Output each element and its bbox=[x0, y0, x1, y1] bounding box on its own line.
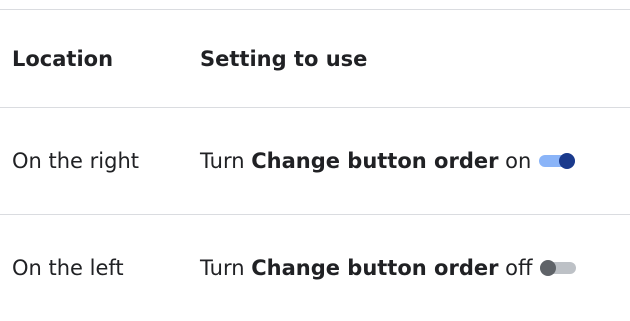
setting-state: off bbox=[505, 256, 533, 280]
table-row: On the left Turn Change button order off bbox=[0, 214, 630, 321]
header-location: Location bbox=[12, 46, 114, 71]
location-cell: On the left bbox=[12, 256, 124, 280]
setting-prefix: Turn bbox=[200, 256, 245, 280]
table-header-row: Location Setting to use bbox=[0, 9, 630, 107]
setting-name: Change button order bbox=[251, 149, 499, 173]
setting-cell: Turn Change button order on bbox=[200, 149, 630, 173]
setting-cell: Turn Change button order off bbox=[200, 256, 630, 280]
header-setting: Setting to use bbox=[200, 46, 368, 71]
settings-table: Location Setting to use On the right Tur… bbox=[0, 9, 630, 321]
setting-state: on bbox=[505, 149, 532, 173]
toggle-off-icon bbox=[540, 260, 577, 276]
toggle-knob bbox=[559, 153, 576, 169]
toggle-knob bbox=[540, 260, 557, 276]
setting-name: Change button order bbox=[251, 256, 499, 280]
table-row: On the right Turn Change button order on bbox=[0, 107, 630, 214]
location-cell: On the right bbox=[12, 149, 139, 173]
toggle-on-icon bbox=[539, 153, 576, 169]
setting-prefix: Turn bbox=[200, 149, 245, 173]
